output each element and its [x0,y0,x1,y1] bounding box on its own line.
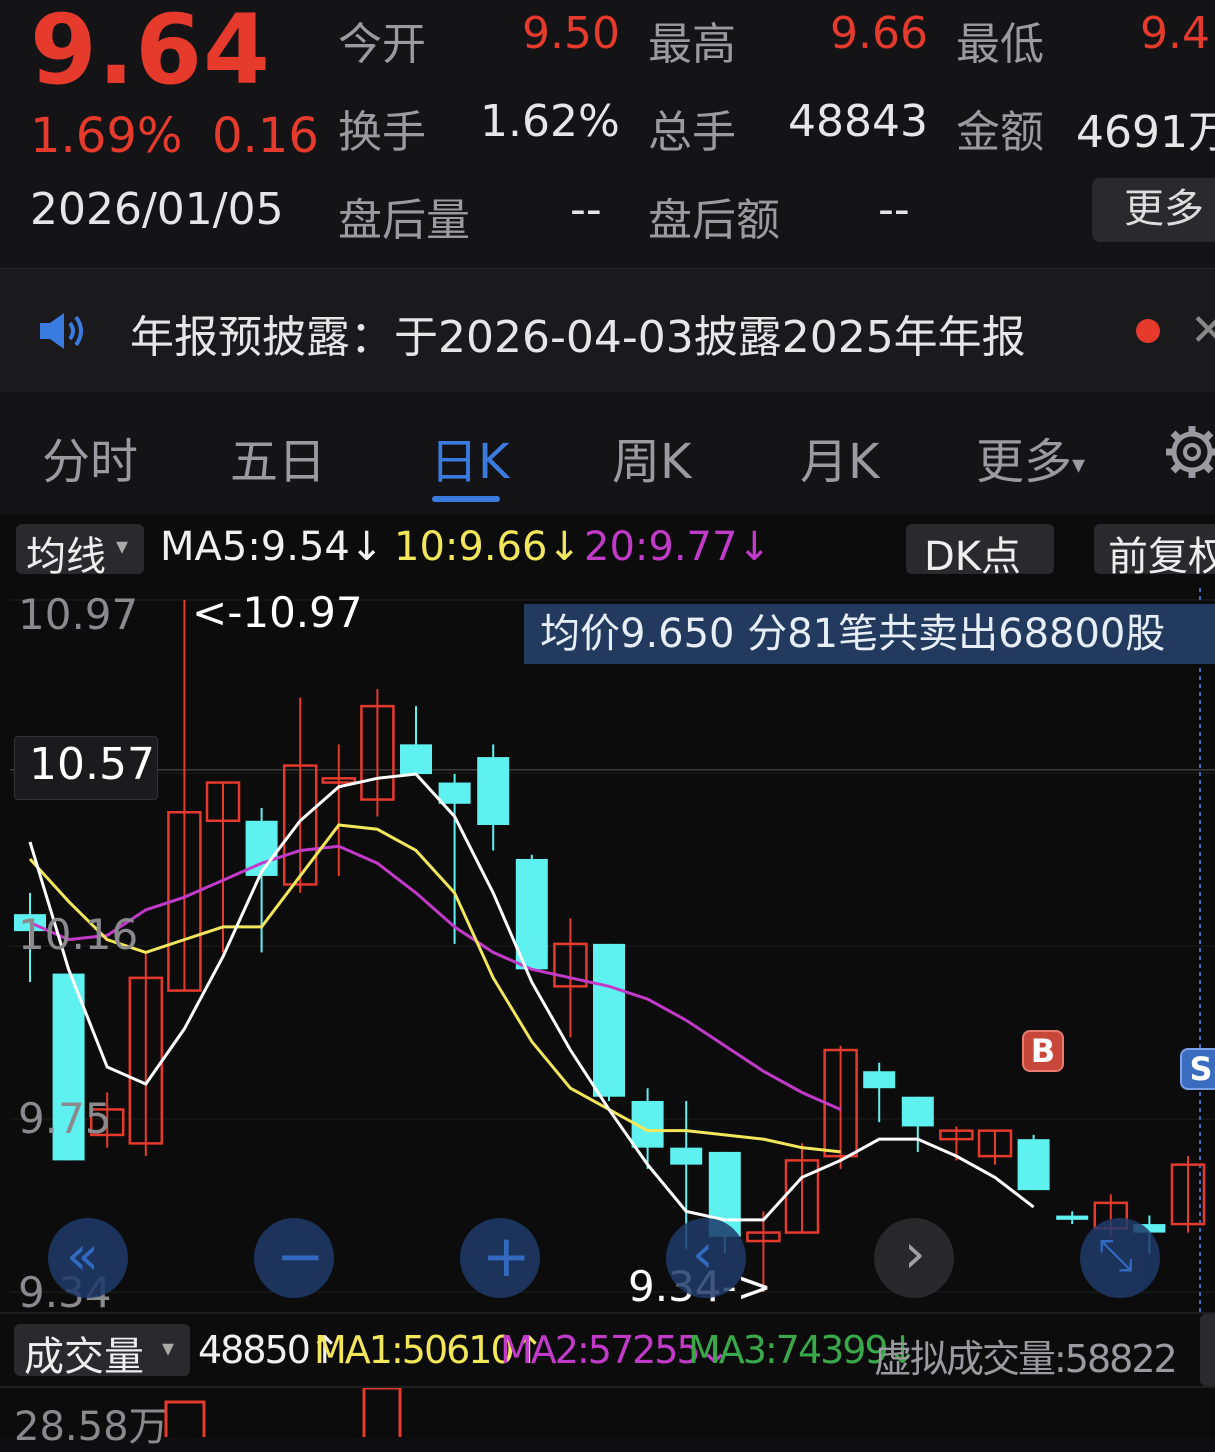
turnover-value: 1.62% [480,96,620,147]
dropdown-arrow-icon: ▾ [162,1334,175,1362]
tab-five-day[interactable]: 五日 [230,422,326,492]
ma-select[interactable]: 均线 ▾ [16,524,144,580]
trade-summary-tooltip: 均价9.650 分81笔共卖出68800股 [524,604,1215,664]
ma-select-label: 均线 [26,534,106,580]
dropdown-arrow-icon: ▾ [116,532,129,560]
candle-body-down [901,1096,934,1127]
candle-body-down [477,757,510,826]
after-hours-volume-label: 盘后量 [338,195,470,246]
chevron-left-icon: ‹ [692,1222,714,1285]
crosshair-price-box: 10.57 [14,736,158,800]
buy-signal-marker[interactable]: B [1022,1030,1064,1072]
settings-gear-icon[interactable] [1162,422,1215,482]
unread-dot [1136,319,1160,343]
quote-date: 2026/01/05 [30,184,284,235]
adjust-select-label: 前复权 [1108,534,1215,580]
amount-value: 4691万 [1076,107,1215,158]
dk-point-button[interactable]: DK点 [906,524,1054,580]
change-amount: 0.16 [212,108,319,164]
expand-arrows-icon: ⤡ [1098,1230,1134,1281]
chevron-right-icon: › [904,1222,926,1285]
ma10-readout: 10:9.66↓ [394,524,581,570]
candle-body-down [863,1071,896,1089]
scroll-left-button[interactable]: ‹ [666,1218,746,1298]
announcement-text: 年报预披露：于2026-04-03披露2025年年报 [130,312,1026,363]
tab-weekly-k[interactable]: 周K [612,422,691,492]
period-tabs: 分时 五日 日K 周K 月K 更多▾ [0,392,1215,514]
tab-more-label: 更多 [976,434,1073,490]
dk-point-label: DK点 [924,534,1022,580]
close-icon[interactable]: ✕ [1190,305,1215,356]
total-volume-label: 总手 [648,107,736,158]
total-volume-value: 48843 [788,96,928,147]
amount-label: 金额 [956,107,1044,158]
volume-indicator-select[interactable]: 成交量 ▾ [14,1324,190,1380]
after-hours-amount-value: -- [878,184,910,235]
announcement-bar[interactable]: 年报预披露：于2026-04-03披露2025年年报 ✕ [0,268,1215,394]
crosshair-price: 10.57 [29,739,155,790]
sell-signal-marker[interactable]: S [1180,1048,1215,1090]
speaker-icon [40,313,83,349]
low-value: 9.4 [1140,8,1210,59]
open-label: 今开 [338,19,426,70]
candle-body-down [593,943,625,1097]
side-drawer-handle[interactable] [1200,1314,1215,1386]
after-hours-amount-label: 盘后额 [648,195,780,246]
virtual-volume: 虚拟成交量:58822 [874,1337,1178,1381]
divider [0,1312,1215,1314]
current-price: 9.64 [30,0,271,106]
after-hours-volume-value: -- [570,184,602,235]
y-axis-label-mid: 10.16 [18,910,139,959]
ma10-line [28,823,841,1154]
active-tab-indicator [432,496,500,502]
tab-more[interactable]: 更多▾ [976,422,1085,492]
candle-body-down [438,782,471,804]
volume-bar [164,1400,206,1437]
max-price-marker: <-10.97 [192,588,363,637]
quote-panel: 9.64 1.69% 0.16 2026/01/05 今开 9.50 最高 9.… [0,0,1215,268]
more-quote-button[interactable]: 更多 [1092,178,1215,242]
adjust-select[interactable]: 前复权 [1094,524,1215,580]
tab-monthly-k[interactable]: 月K [800,422,879,492]
high-label: 最高 [648,19,736,70]
high-value: 9.66 [830,8,928,59]
scroll-left-fast-button[interactable]: « [48,1218,128,1298]
turnover-label: 换手 [338,107,426,158]
change-percent: 1.69% [30,108,183,164]
candle-body-down [1056,1215,1089,1220]
ma5-readout: MA5:9.54↓ [160,524,384,570]
ma5-line [28,772,1035,1222]
zoom-in-button[interactable]: + [460,1218,540,1298]
low-label: 最低 [956,19,1044,70]
double-chevron-left-icon: « [66,1224,100,1287]
y-axis-label-low: 9.75 [18,1094,112,1143]
volume-bar [362,1388,402,1437]
tab-daily-k[interactable]: 日K [430,422,509,492]
candlestick-plot[interactable] [0,588,1215,1312]
fullscreen-toggle-button[interactable]: ⤡ [1080,1218,1160,1298]
volume-select-label: 成交量 [24,1334,144,1380]
y-axis-label-top: 10.97 [18,590,139,639]
candle-body-down [400,744,432,775]
tab-intraday[interactable]: 分时 [42,422,138,492]
candle-body-down [1017,1139,1050,1191]
minus-icon: − [276,1222,325,1290]
open-value: 9.50 [522,8,620,59]
ma20-readout: 20:9.77↓ [584,524,771,570]
candle-body-down [670,1147,703,1165]
zoom-out-button[interactable]: − [254,1218,334,1298]
plus-icon: + [482,1222,531,1290]
dropdown-arrow-icon: ▾ [1072,450,1086,480]
volume-bars [164,1388,402,1437]
scroll-right-button[interactable]: › [874,1218,954,1298]
